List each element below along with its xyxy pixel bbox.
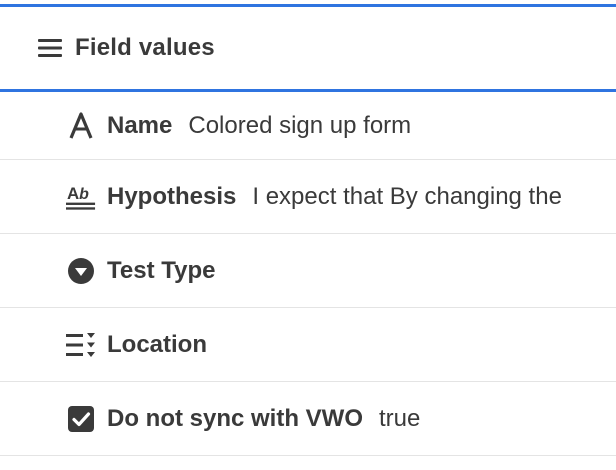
panel-header[interactable]: Field values (0, 7, 616, 89)
field-row-hypothesis[interactable]: A b Hypothesis I expect that By changing… (0, 160, 616, 234)
field-name: Hypothesis (107, 182, 237, 210)
field-value: Colored sign up form (188, 111, 412, 139)
field-row-test-type[interactable]: Test Type (0, 234, 616, 308)
field-name: Test Type (107, 256, 216, 284)
svg-text:b: b (79, 185, 89, 202)
field-name: Location (107, 330, 207, 358)
field-value: true (379, 404, 421, 432)
field-row-name[interactable]: Name Colored sign up form (0, 92, 616, 160)
rich-text-ab-icon: A b (66, 182, 96, 212)
checkbox-checked-icon[interactable] (66, 404, 96, 434)
field-list: Name Colored sign up form A b Hypothesis… (0, 92, 616, 456)
multi-select-list-icon (66, 330, 96, 360)
field-row-do-not-sync[interactable]: Do not sync with VWO true (0, 382, 616, 456)
dropdown-circle-icon (66, 256, 96, 286)
svg-text:A: A (67, 183, 79, 202)
field-row-location[interactable]: Location (0, 308, 616, 382)
field-value: I expect that By changing the (252, 182, 562, 210)
panel-title: Field values (75, 34, 215, 61)
field-values-panel: Field values Name Colored sign up form A… (0, 0, 616, 470)
field-name: Name (107, 111, 173, 139)
hamburger-menu-icon[interactable] (38, 38, 62, 58)
text-a-icon (66, 111, 96, 141)
field-name: Do not sync with VWO (107, 404, 363, 432)
